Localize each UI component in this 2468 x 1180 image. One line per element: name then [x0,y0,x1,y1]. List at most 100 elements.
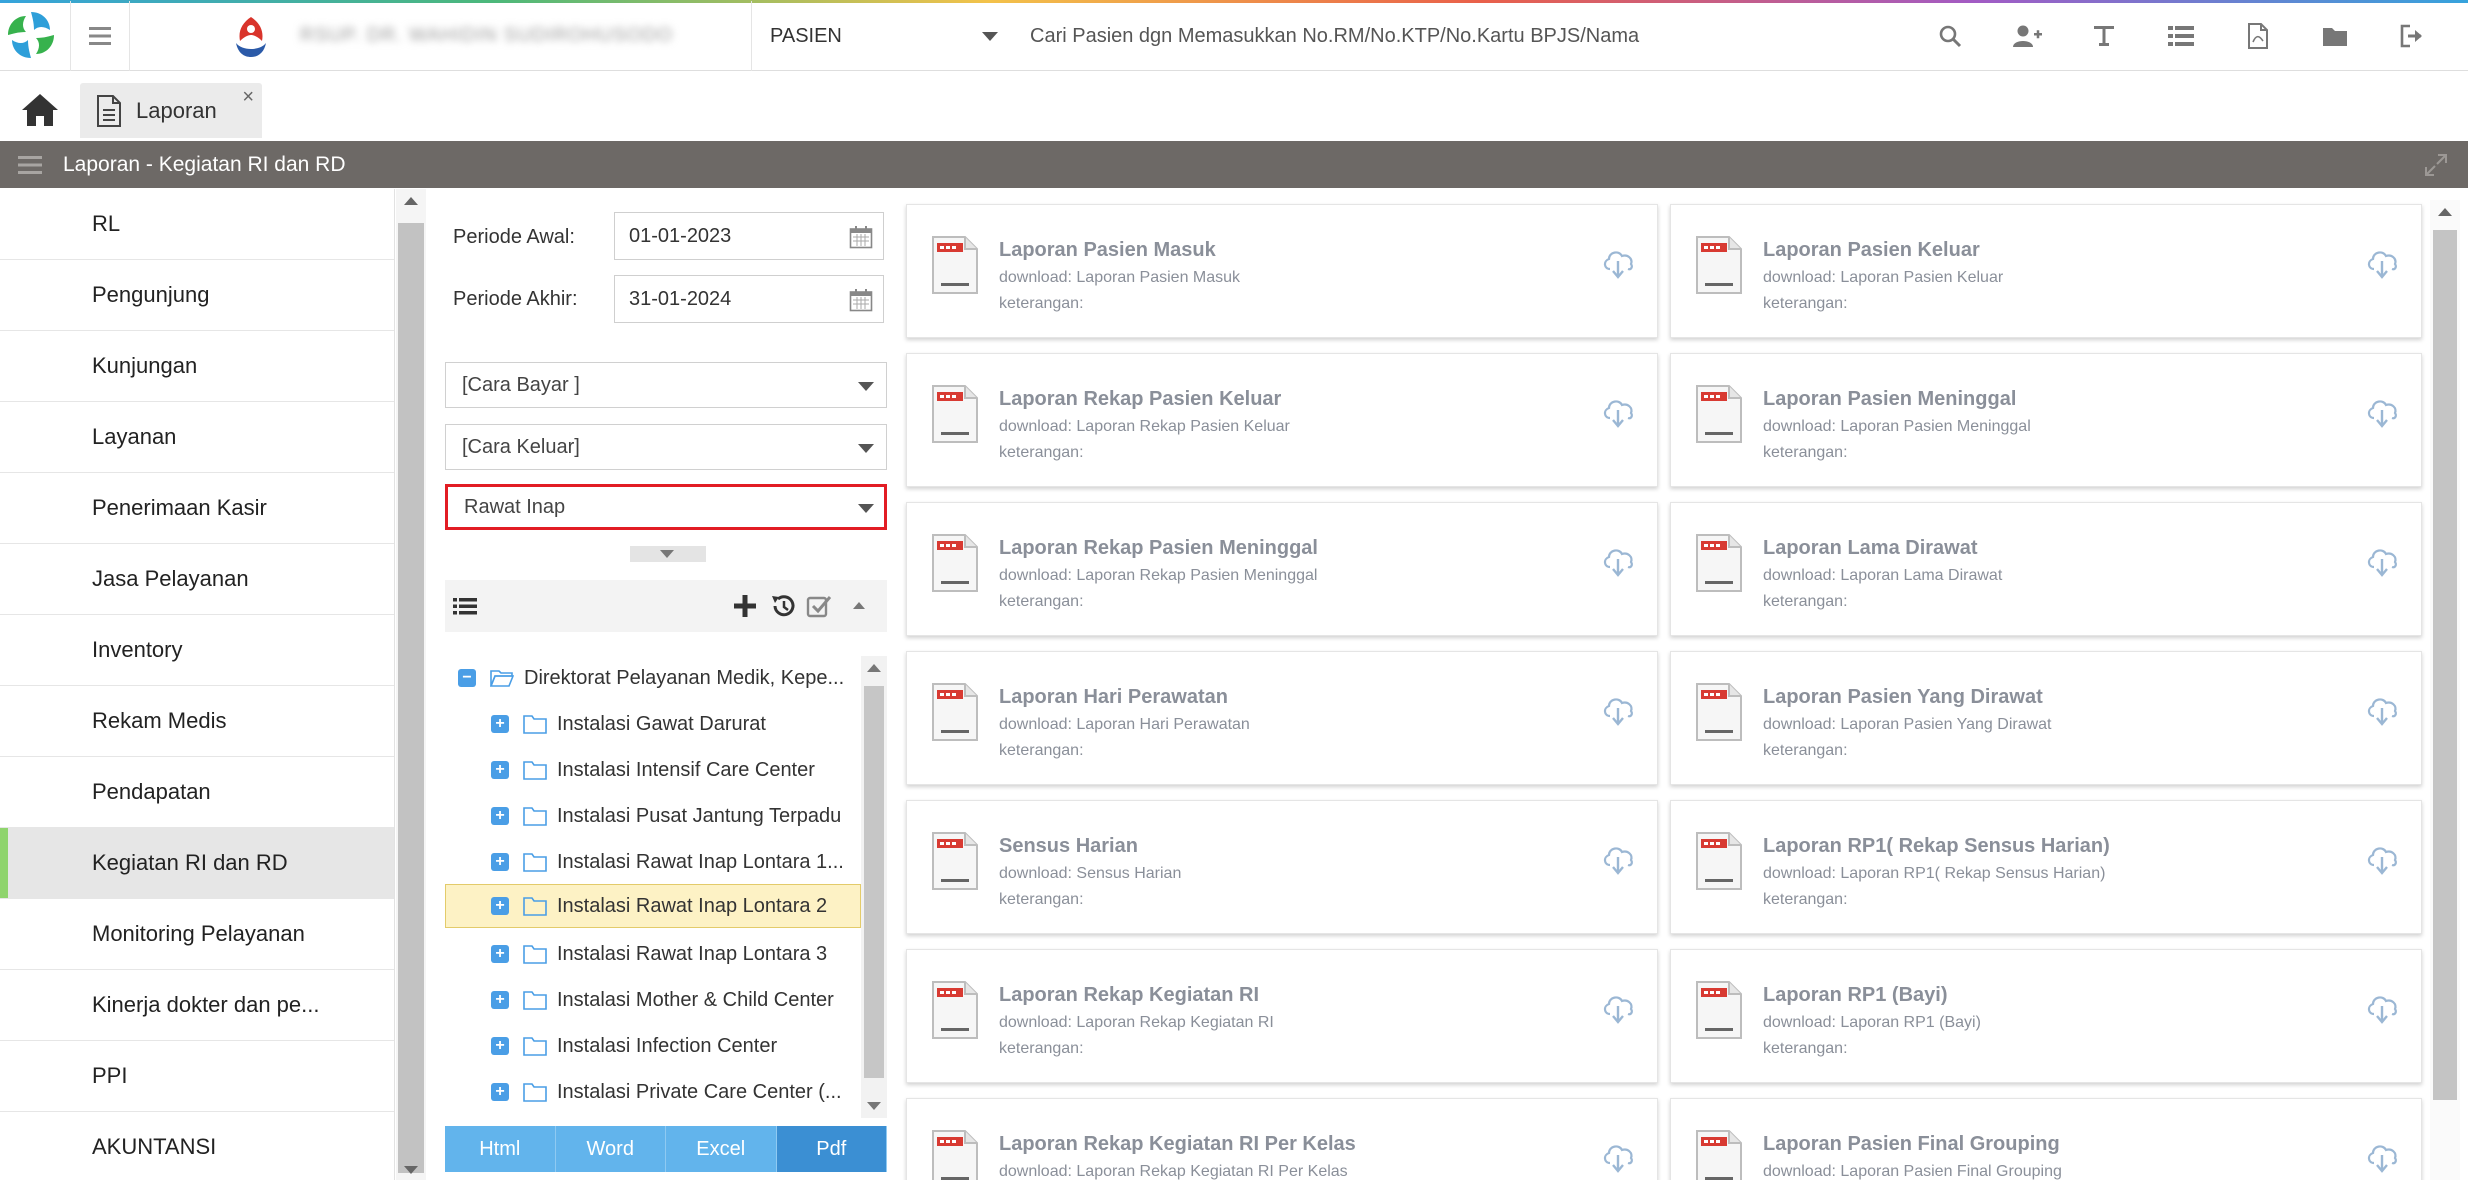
tree-node[interactable]: + Instalasi Mother & Child Center [445,978,861,1022]
report-card[interactable]: Laporan Pasien Keluar download: Laporan P… [1670,204,2422,338]
sidebar-item-rekam-medis[interactable]: Rekam Medis [0,686,394,757]
periode-akhir-field[interactable]: 31-01-2024 [614,275,884,323]
export-word-button[interactable]: Word [555,1126,666,1172]
report-title[interactable]: Laporan Pasien Masuk [999,239,1216,262]
hamburger-icon[interactable] [18,155,42,175]
expand-icon[interactable]: + [491,853,509,871]
sidebar-scrollbar[interactable] [396,189,426,1180]
report-card[interactable]: Sensus Harian download: Sensus Harian kete… [906,800,1658,934]
tree-node[interactable]: + Instalasi Intensif Care Center [445,748,861,792]
tree-node[interactable]: + Instalasi Infection Center [445,1024,861,1068]
menu-toggle-button[interactable] [70,1,130,71]
report-card[interactable]: Laporan Pasien Yang Dirawat download: Lap… [1670,651,2422,785]
report-card[interactable]: Laporan Hari Perawatan download: Laporan … [906,651,1658,785]
expand-icon[interactable]: + [491,945,509,963]
report-card[interactable]: Laporan RP1( Rekap Sensus Harian) downloa… [1670,800,2422,934]
report-title[interactable]: Laporan Pasien Keluar [1763,239,1980,262]
expand-icon[interactable]: + [491,807,509,825]
report-title[interactable]: Laporan RP1( Rekap Sensus Harian) [1763,835,2110,858]
sidebar-item-monitoring-pelayanan[interactable]: Monitoring Pelayanan [0,899,394,970]
cloud-download-icon[interactable] [1601,694,1635,726]
cloud-download-icon[interactable] [2365,843,2399,875]
tree-node[interactable]: + Instalasi Private Care Center (... [445,1070,861,1114]
close-icon[interactable]: × [242,87,254,107]
report-title[interactable]: Laporan Rekap Kegiatan RI [999,984,1259,1007]
check-square-icon[interactable] [805,592,833,620]
expand-icon[interactable]: + [491,1037,509,1055]
sidebar-item-layanan[interactable]: Layanan [0,402,394,473]
cloud-download-icon[interactable] [2365,247,2399,279]
tree-root[interactable]: − Direktorat Pelayanan Medik, Kepe... [445,656,861,700]
expand-icon[interactable]: + [491,991,509,1009]
report-card[interactable]: Laporan RP1 (Bayi) download: Laporan RP1 … [1670,949,2422,1083]
expand-icon[interactable]: + [491,1083,509,1101]
report-card[interactable]: Laporan Pasien Meninggal download: Lapora… [1670,353,2422,487]
export-excel-button[interactable]: Excel [666,1126,777,1172]
patient-search-input[interactable]: Cari Pasien dgn Memasukkan No.RM/No.KTP/… [1030,1,1639,71]
export-html-button[interactable]: Html [445,1126,556,1172]
tab-laporan[interactable]: Laporan × [80,83,262,138]
plus-icon[interactable] [731,592,759,620]
report-title[interactable]: Sensus Harian [999,835,1138,858]
calendar-icon[interactable] [849,225,873,249]
report-title[interactable]: Laporan Rekap Pasien Keluar [999,388,1281,411]
tree-node[interactable]: + Instalasi Rawat Inap Lontara 3 [445,932,861,976]
calendar-icon[interactable] [849,288,873,312]
report-card[interactable]: Laporan Rekap Kegiatan RI download: Lapor… [906,949,1658,1083]
cloud-download-icon[interactable] [1601,545,1635,577]
add-patient-button[interactable] [1988,16,2065,56]
expand-icon[interactable]: + [491,897,509,915]
scroll-up-icon[interactable] [404,197,418,205]
tree-node-selected[interactable]: + Instalasi Rawat Inap Lontara 2 [445,884,861,928]
patient-mode-select[interactable]: PASIEN [770,1,1002,71]
cloud-download-icon[interactable] [2365,992,2399,1024]
cloud-download-icon[interactable] [1601,992,1635,1024]
cloud-download-icon[interactable] [1601,396,1635,428]
report-title[interactable]: Laporan Rekap Kegiatan RI Per Kelas [999,1133,1356,1156]
report-title[interactable]: Laporan Pasien Final Grouping [1763,1133,2060,1156]
pdf-button[interactable] [2219,16,2296,56]
sidebar-item-akuntansi[interactable]: AKUNTANSI [0,1112,394,1180]
chevron-up-icon[interactable] [845,592,873,620]
jenis-rawat-select[interactable]: Rawat Inap [445,484,887,530]
scrollbar-thumb[interactable] [864,686,884,1078]
sidebar-item-pendapatan[interactable]: Pendapatan [0,757,394,828]
report-list-scrollbar[interactable] [2430,200,2460,1180]
expand-icon[interactable]: + [491,761,509,779]
history-icon[interactable] [769,592,797,620]
periode-awal-field[interactable]: 01-01-2023 [614,212,884,260]
expand-icon[interactable]: + [491,715,509,733]
cloud-download-icon[interactable] [1601,843,1635,875]
collapse-filter-button[interactable] [630,546,706,562]
cloud-download-icon[interactable] [1601,247,1635,279]
cloud-download-icon[interactable] [2365,545,2399,577]
cloud-download-icon[interactable] [2365,396,2399,428]
tree-node[interactable]: + Instalasi Pusat Jantung Terpadu [445,794,861,838]
sidebar-item-kegiatan-ri-rd[interactable]: Kegiatan RI dan RD [0,828,394,899]
scroll-down-icon[interactable] [404,1166,418,1174]
sidebar-item-penerimaan-kasir[interactable]: Penerimaan Kasir [0,473,394,544]
cloud-download-icon[interactable] [2365,1141,2399,1173]
sidebar-item-jasa-pelayanan[interactable]: Jasa Pelayanan [0,544,394,615]
report-card[interactable]: Laporan Rekap Pasien Meninggal download: … [906,502,1658,636]
export-pdf-button[interactable]: Pdf [776,1126,887,1172]
tree-node[interactable]: + Instalasi Rawat Inap Lontara 1... [445,840,861,884]
report-title[interactable]: Laporan Rekap Pasien Meninggal [999,537,1318,560]
search-button[interactable] [1911,16,1988,56]
tree-scrollbar[interactable] [861,656,887,1118]
list-button[interactable] [2142,16,2219,56]
text-tool-button[interactable] [2065,16,2142,56]
report-title[interactable]: Laporan Hari Perawatan [999,686,1228,709]
report-title[interactable]: Laporan Lama Dirawat [1763,537,1978,560]
logout-button[interactable] [2373,16,2450,56]
report-card[interactable]: Laporan Pasien Final Grouping download: L… [1670,1098,2422,1180]
report-card[interactable]: Laporan Lama Dirawat download: Laporan La… [1670,502,2422,636]
report-title[interactable]: Laporan Pasien Meninggal [1763,388,2016,411]
list-icon[interactable] [451,592,479,620]
tree-node[interactable]: + Instalasi Gawat Darurat [445,702,861,746]
expand-icon[interactable] [2424,153,2448,177]
collapse-icon[interactable]: − [458,669,476,687]
report-card[interactable]: Laporan Rekap Kegiatan RI Per Kelas downl… [906,1098,1658,1180]
cloud-download-icon[interactable] [1601,1141,1635,1173]
cloud-download-icon[interactable] [2365,694,2399,726]
